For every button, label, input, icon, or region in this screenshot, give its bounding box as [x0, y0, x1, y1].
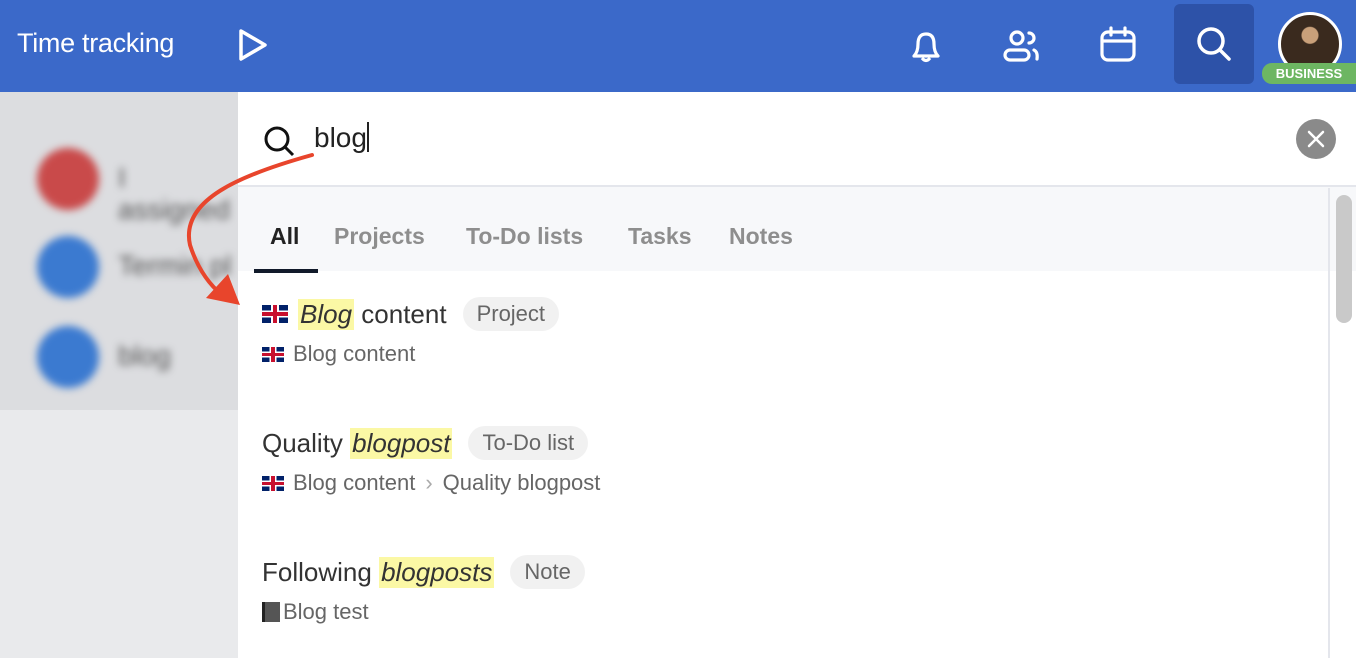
- result-path: Blog content: [293, 470, 416, 495]
- search-result[interactable]: Blog content Project Blog content: [262, 297, 560, 367]
- top-bar: Time tracking BUSINESS: [0, 0, 1356, 92]
- search-icon: [264, 126, 295, 157]
- search-button[interactable]: [1174, 4, 1254, 84]
- bell-icon[interactable]: [906, 26, 946, 66]
- plan-badge: BUSINESS: [1262, 63, 1356, 84]
- result-path: Blog content: [293, 341, 416, 366]
- active-tab-indicator: [254, 269, 318, 273]
- close-icon: [1307, 130, 1325, 148]
- match-highlight: blogpost: [350, 427, 453, 459]
- search-panel: blog All Projects To-Do lists Tasks Note…: [238, 92, 1356, 658]
- background-list: I assigned Termin pl blog: [0, 92, 238, 410]
- search-input[interactable]: blog: [314, 122, 369, 154]
- app-title: Time tracking: [17, 28, 175, 58]
- text-caret: [366, 122, 369, 152]
- type-badge: To-Do list: [468, 426, 589, 460]
- result-title: content: [354, 298, 447, 329]
- search-result[interactable]: Quality blogpost To-Do list Blog content ›…: [262, 426, 600, 496]
- chevron-right-icon: ›: [425, 470, 433, 495]
- result-path: Quality blogpost: [442, 470, 601, 495]
- uk-flag-icon: [262, 475, 284, 491]
- list-icon: [37, 236, 99, 298]
- search-result[interactable]: Following blogposts Note Blog test: [262, 555, 585, 625]
- users-icon[interactable]: [1002, 26, 1044, 66]
- search-icon: [1197, 27, 1231, 61]
- scrollbar-thumb[interactable]: [1336, 195, 1352, 323]
- search-bar: blog: [238, 92, 1356, 187]
- list-item: I assigned: [118, 162, 231, 225]
- uk-flag-icon: [262, 346, 284, 362]
- tab-all[interactable]: All: [270, 223, 299, 250]
- search-query: blog: [314, 122, 367, 153]
- match-highlight: Blog: [298, 298, 355, 330]
- result-path: Blog test: [283, 599, 369, 624]
- tab-projects[interactable]: Projects: [334, 223, 425, 250]
- clear-search-button[interactable]: [1296, 119, 1336, 159]
- tab-todo-lists[interactable]: To-Do lists: [466, 223, 583, 250]
- scrollbar-track[interactable]: [1328, 188, 1330, 658]
- list-icon: [37, 148, 99, 210]
- calendar-icon[interactable]: [1098, 24, 1138, 64]
- uk-flag-icon: [262, 305, 288, 323]
- result-tabs: All Projects To-Do lists Tasks Notes: [238, 187, 1356, 273]
- match-highlight: blogposts: [379, 556, 495, 588]
- tab-tasks[interactable]: Tasks: [628, 223, 692, 250]
- list-item: Termin pl: [118, 250, 232, 281]
- list-item: blog: [118, 340, 171, 371]
- notebook-icon: [262, 602, 280, 622]
- tab-notes[interactable]: Notes: [729, 223, 793, 250]
- type-badge: Project: [462, 297, 560, 331]
- result-title: Quality: [262, 427, 351, 458]
- result-title: Following: [262, 556, 380, 587]
- list-icon: [37, 326, 99, 388]
- play-icon[interactable]: [236, 27, 270, 63]
- type-badge: Note: [510, 555, 585, 589]
